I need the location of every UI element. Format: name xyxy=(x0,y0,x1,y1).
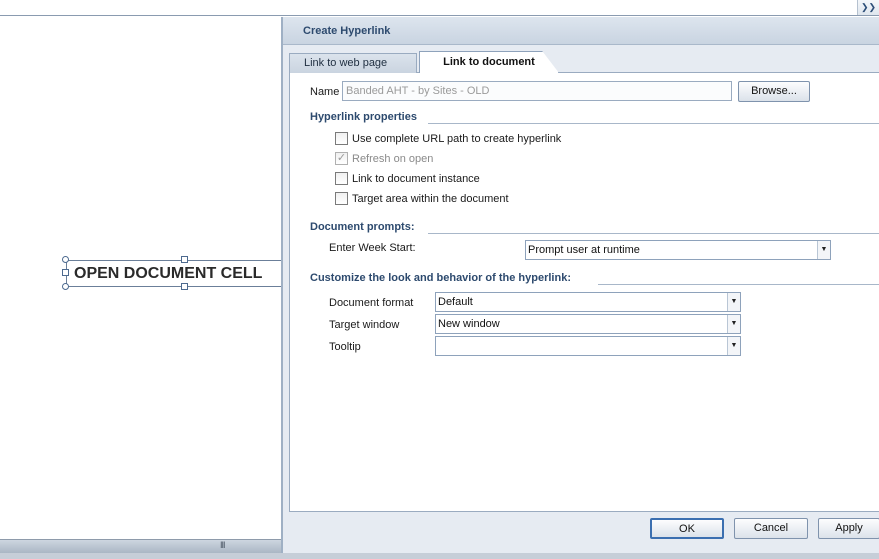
refresh-on-open-checkbox[interactable]: ✓ xyxy=(335,152,348,165)
cancel-button[interactable]: Cancel xyxy=(734,518,808,539)
document-name-field[interactable]: Banded AHT - by Sites - OLD xyxy=(342,81,732,101)
resize-handle-bottom-middle[interactable] xyxy=(181,283,188,290)
open-document-cell[interactable]: OPEN DOCUMENT CELL xyxy=(66,260,281,287)
tab-bar: Link to web page Link to document xyxy=(289,51,879,73)
resize-handle-top-middle[interactable] xyxy=(181,256,188,263)
tab-link-to-document[interactable]: Link to document xyxy=(419,51,559,73)
target-window-value: New window xyxy=(438,318,500,330)
apply-button[interactable]: Apply xyxy=(818,518,879,539)
document-format-select[interactable]: Default ▼ xyxy=(435,292,741,312)
resize-handle-top-left[interactable] xyxy=(62,256,69,263)
chevron-down-icon[interactable]: ▼ xyxy=(727,337,740,355)
tooltip-select[interactable]: ▼ xyxy=(435,336,741,356)
section-divider xyxy=(598,284,879,285)
dialog-title: Create Hyperlink xyxy=(283,17,879,45)
status-strip xyxy=(0,553,879,559)
report-canvas: OPEN DOCUMENT CELL xyxy=(0,17,281,539)
refresh-on-open-label: Refresh on open xyxy=(352,153,434,165)
horizontal-scrollbar[interactable]: III xyxy=(0,539,281,553)
tab-link-to-web-page[interactable]: Link to web page xyxy=(289,53,417,73)
target-window-label: Target window xyxy=(329,319,400,331)
chevron-down-icon[interactable]: ▼ xyxy=(817,241,830,259)
name-label: Name xyxy=(310,86,340,98)
document-prompts-heading: Document prompts: xyxy=(310,221,415,233)
resize-handle-middle-left[interactable] xyxy=(62,269,69,276)
hyperlink-properties-heading: Hyperlink properties xyxy=(310,111,417,123)
grip-icon[interactable]: III xyxy=(220,540,225,550)
target-area-label: Target area within the document xyxy=(352,193,509,205)
checkmark-icon: ✓ xyxy=(336,152,347,164)
create-hyperlink-dialog: Create Hyperlink Link to web page Link t… xyxy=(281,17,879,553)
enter-week-start-label: Enter Week Start: xyxy=(329,242,416,254)
customize-heading: Customize the look and behavior of the h… xyxy=(310,272,571,284)
section-divider xyxy=(428,233,879,234)
link-to-document-panel: Name Banded AHT - by Sites - OLD Browse.… xyxy=(289,73,879,512)
browse-button[interactable]: Browse... xyxy=(738,81,810,102)
week-start-prompt-select[interactable]: Prompt user at runtime ▼ xyxy=(525,240,831,260)
top-toolbar-strip: ❯❯ xyxy=(0,0,879,16)
cell-text: OPEN DOCUMENT CELL xyxy=(74,265,263,282)
link-to-document-instance-label: Link to document instance xyxy=(352,173,480,185)
resize-handle-bottom-left[interactable] xyxy=(62,283,69,290)
double-chevron-icon[interactable]: ❯❯ xyxy=(857,0,879,15)
tooltip-label: Tooltip xyxy=(329,341,361,353)
use-complete-url-checkbox[interactable] xyxy=(335,132,348,145)
chevron-down-icon[interactable]: ▼ xyxy=(727,315,740,333)
target-window-select[interactable]: New window ▼ xyxy=(435,314,741,334)
section-divider xyxy=(428,123,879,124)
week-start-prompt-value: Prompt user at runtime xyxy=(528,244,640,256)
target-area-checkbox[interactable] xyxy=(335,192,348,205)
document-format-value: Default xyxy=(438,296,473,308)
ok-button[interactable]: OK xyxy=(650,518,724,539)
document-format-label: Document format xyxy=(329,297,414,309)
chevron-down-icon[interactable]: ▼ xyxy=(727,293,740,311)
use-complete-url-label: Use complete URL path to create hyperlin… xyxy=(352,133,562,145)
link-to-document-instance-checkbox[interactable] xyxy=(335,172,348,185)
